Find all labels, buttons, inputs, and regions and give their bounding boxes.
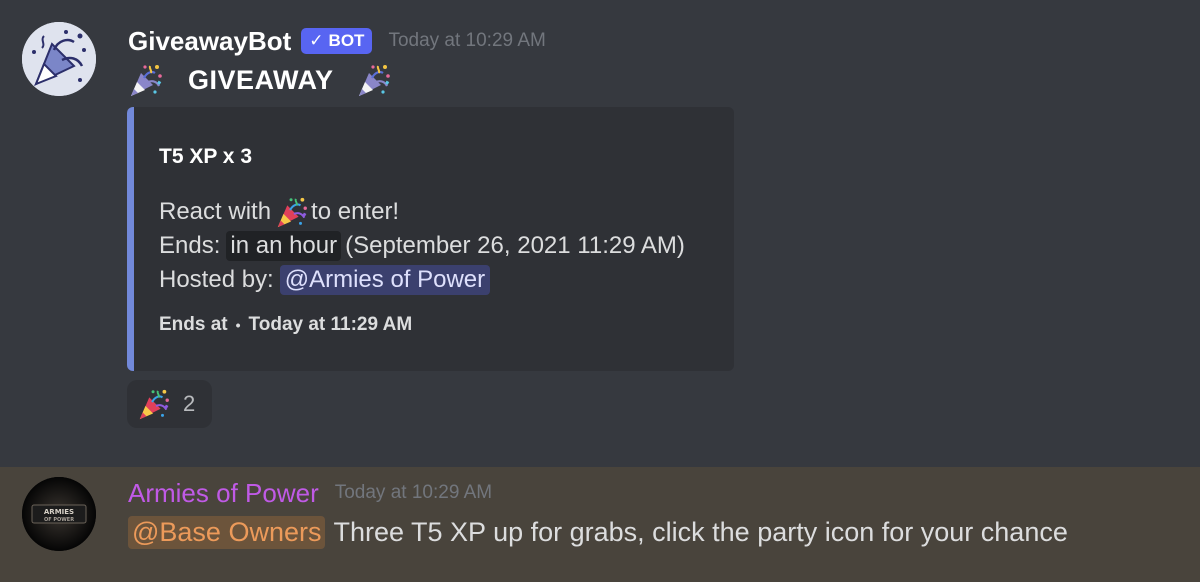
giveaway-embed: T5 XP x 3 React with to enter! Ends: in … — [127, 107, 734, 371]
react-prefix: React with — [159, 198, 272, 225]
party-popper-icon — [128, 62, 164, 98]
react-suffix: to enter! — [311, 198, 400, 225]
svg-text:ARMIES: ARMIES — [44, 508, 74, 516]
message-text: Three T5 XP up for grabs, click the part… — [333, 517, 1068, 547]
party-popper-icon — [137, 387, 171, 421]
embed-title: T5 XP x 3 — [159, 145, 253, 168]
giveaway-title: GIVEAWAY — [188, 64, 334, 95]
svg-text:OF POWER: OF POWER — [44, 517, 74, 523]
party-popper-icon — [275, 195, 309, 229]
author-name[interactable]: Armies of Power — [128, 478, 319, 509]
ends-absolute-time: (September 26, 2021 11:29 AM) — [345, 232, 685, 259]
ends-relative-time[interactable]: in an hour — [226, 231, 342, 261]
party-popper-icon — [356, 62, 392, 98]
host-mention[interactable]: @Armies of Power — [279, 265, 491, 295]
party-popper-icon — [22, 22, 96, 96]
embed-footer: Ends at • Today at 11:29 AM — [159, 314, 412, 336]
footer-time: Today at 11:29 AM — [248, 314, 413, 335]
verified-check-icon: ✓ — [309, 31, 324, 50]
message-header: Armies of Power Today at 10:29 AM — [128, 476, 492, 510]
reaction-count: 2 — [183, 391, 196, 416]
embed-react-line: React with to enter! — [159, 195, 399, 229]
message-timestamp[interactable]: Today at 10:29 AM — [388, 30, 545, 52]
bot-tag: ✓ BOT — [301, 28, 373, 54]
chat-messages: GiveawayBot ✓ BOT Today at 10:29 AM GIVE… — [0, 0, 1200, 582]
armies-of-power-avatar[interactable]: ARMIES OF POWER — [22, 477, 96, 551]
giveawaybot-avatar[interactable] — [22, 22, 96, 96]
bot-tag-label: BOT — [328, 31, 365, 50]
hosted-label: Hosted by: — [159, 266, 274, 293]
armies-of-power-logo: ARMIES OF POWER — [22, 477, 96, 551]
reaction-party-popper[interactable]: 2 — [127, 380, 212, 428]
message-giveawaybot: GiveawayBot ✓ BOT Today at 10:29 AM GIVE… — [0, 0, 1200, 460]
message-header: GiveawayBot ✓ BOT Today at 10:29 AM — [128, 24, 546, 58]
giveaway-heading: GIVEAWAY — [128, 60, 392, 100]
footer-separator: • — [235, 317, 241, 333]
embed-host-line: Hosted by: @Armies of Power — [159, 263, 491, 297]
message-content: @Base Owners Three T5 XP up for grabs, c… — [128, 516, 1068, 549]
message-timestamp[interactable]: Today at 10:29 AM — [335, 482, 492, 504]
embed-ends-line: Ends: in an hour (September 26, 2021 11:… — [159, 229, 685, 263]
footer-label: Ends at — [159, 314, 228, 335]
author-name[interactable]: GiveawayBot — [128, 26, 291, 57]
message-armies-of-power: ARMIES OF POWER Armies of Power Today at… — [0, 467, 1200, 582]
role-mention[interactable]: @Base Owners — [128, 516, 326, 549]
ends-label: Ends: — [159, 232, 221, 259]
